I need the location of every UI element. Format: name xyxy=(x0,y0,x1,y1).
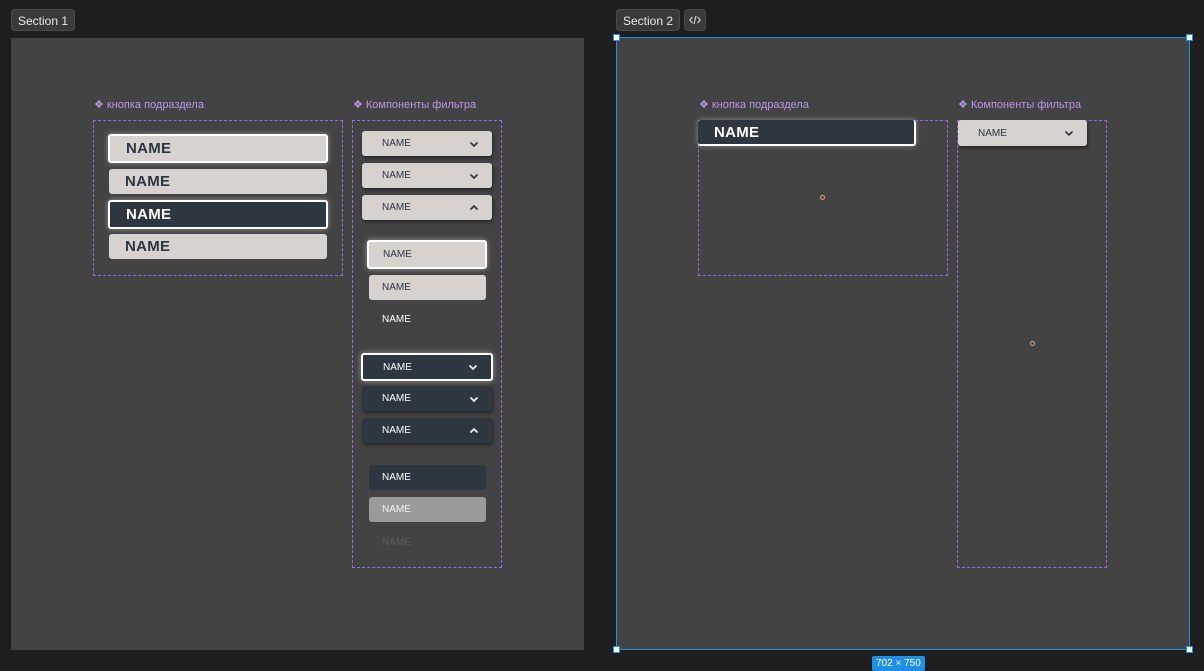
filter-dropdown-light-open[interactable]: NAME xyxy=(362,195,492,220)
component-label-filter[interactable]: ❖ Компоненты фильтра xyxy=(353,98,477,112)
filter-option-light[interactable]: NAME xyxy=(369,275,486,300)
filter-option-plain[interactable]: NAME xyxy=(382,314,411,325)
section-2-tab[interactable]: Section 2 xyxy=(616,9,681,31)
filter-option-dark[interactable]: NAME xyxy=(369,465,486,490)
filter-dropdown-dark-active[interactable]: NAME xyxy=(361,353,493,381)
chevron-down-icon xyxy=(469,141,479,147)
subsection-button-light[interactable]: NAME xyxy=(109,234,327,259)
dropdown-label: NAME xyxy=(382,393,411,404)
size-badge: 702 × 750 xyxy=(872,656,925,671)
chevron-up-icon xyxy=(469,427,479,433)
component-label-text: Компоненты фильтра xyxy=(365,98,477,111)
selection-outline xyxy=(616,37,1190,650)
filter-dropdown-dark[interactable]: NAME xyxy=(362,386,492,411)
option-label: NAME xyxy=(383,249,412,260)
dropdown-label: NAME xyxy=(382,138,411,149)
dropdown-label: NAME xyxy=(382,425,411,436)
resize-handle-bottom-right[interactable] xyxy=(1186,646,1193,653)
subsection-button-active-dark[interactable]: NAME xyxy=(108,200,328,229)
option-label: NAME xyxy=(382,504,411,515)
dropdown-label: NAME xyxy=(382,170,411,181)
filter-dropdown-light[interactable]: NAME xyxy=(362,131,492,156)
dropdown-label: NAME xyxy=(383,361,412,373)
filter-dropdown-light[interactable]: NAME xyxy=(362,163,492,188)
option-label: NAME xyxy=(382,472,411,483)
dev-mode-button[interactable] xyxy=(684,9,706,31)
chevron-down-icon xyxy=(468,364,478,371)
dropdown-label: NAME xyxy=(382,202,411,213)
chevron-up-icon xyxy=(469,204,479,210)
subsection-button-light[interactable]: NAME xyxy=(109,169,327,194)
filter-option-light-selected[interactable]: NAME xyxy=(367,240,487,269)
component-set-icon: ❖ xyxy=(353,99,363,111)
component-set-icon: ❖ xyxy=(94,99,104,111)
resize-handle-bottom-left[interactable] xyxy=(613,646,620,653)
resize-handle-top-right[interactable] xyxy=(1186,34,1193,41)
subsection-button-active-light[interactable]: NAME xyxy=(108,134,328,163)
chevron-down-icon xyxy=(469,173,479,179)
code-icon xyxy=(689,15,701,25)
option-label: NAME xyxy=(382,282,411,293)
component-label-subsection[interactable]: ❖ кнопка подраздела xyxy=(94,98,204,112)
component-label-text: кнопка подраздела xyxy=(106,98,204,111)
filter-dropdown-dark-open[interactable]: NAME xyxy=(362,418,492,443)
section-1-tab[interactable]: Section 1 xyxy=(11,9,76,31)
resize-handle-top-left[interactable] xyxy=(613,34,620,41)
filter-option-disabled[interactable]: NAME xyxy=(382,537,411,548)
chevron-down-icon xyxy=(469,396,479,402)
filter-option-hover[interactable]: NAME xyxy=(369,497,486,522)
